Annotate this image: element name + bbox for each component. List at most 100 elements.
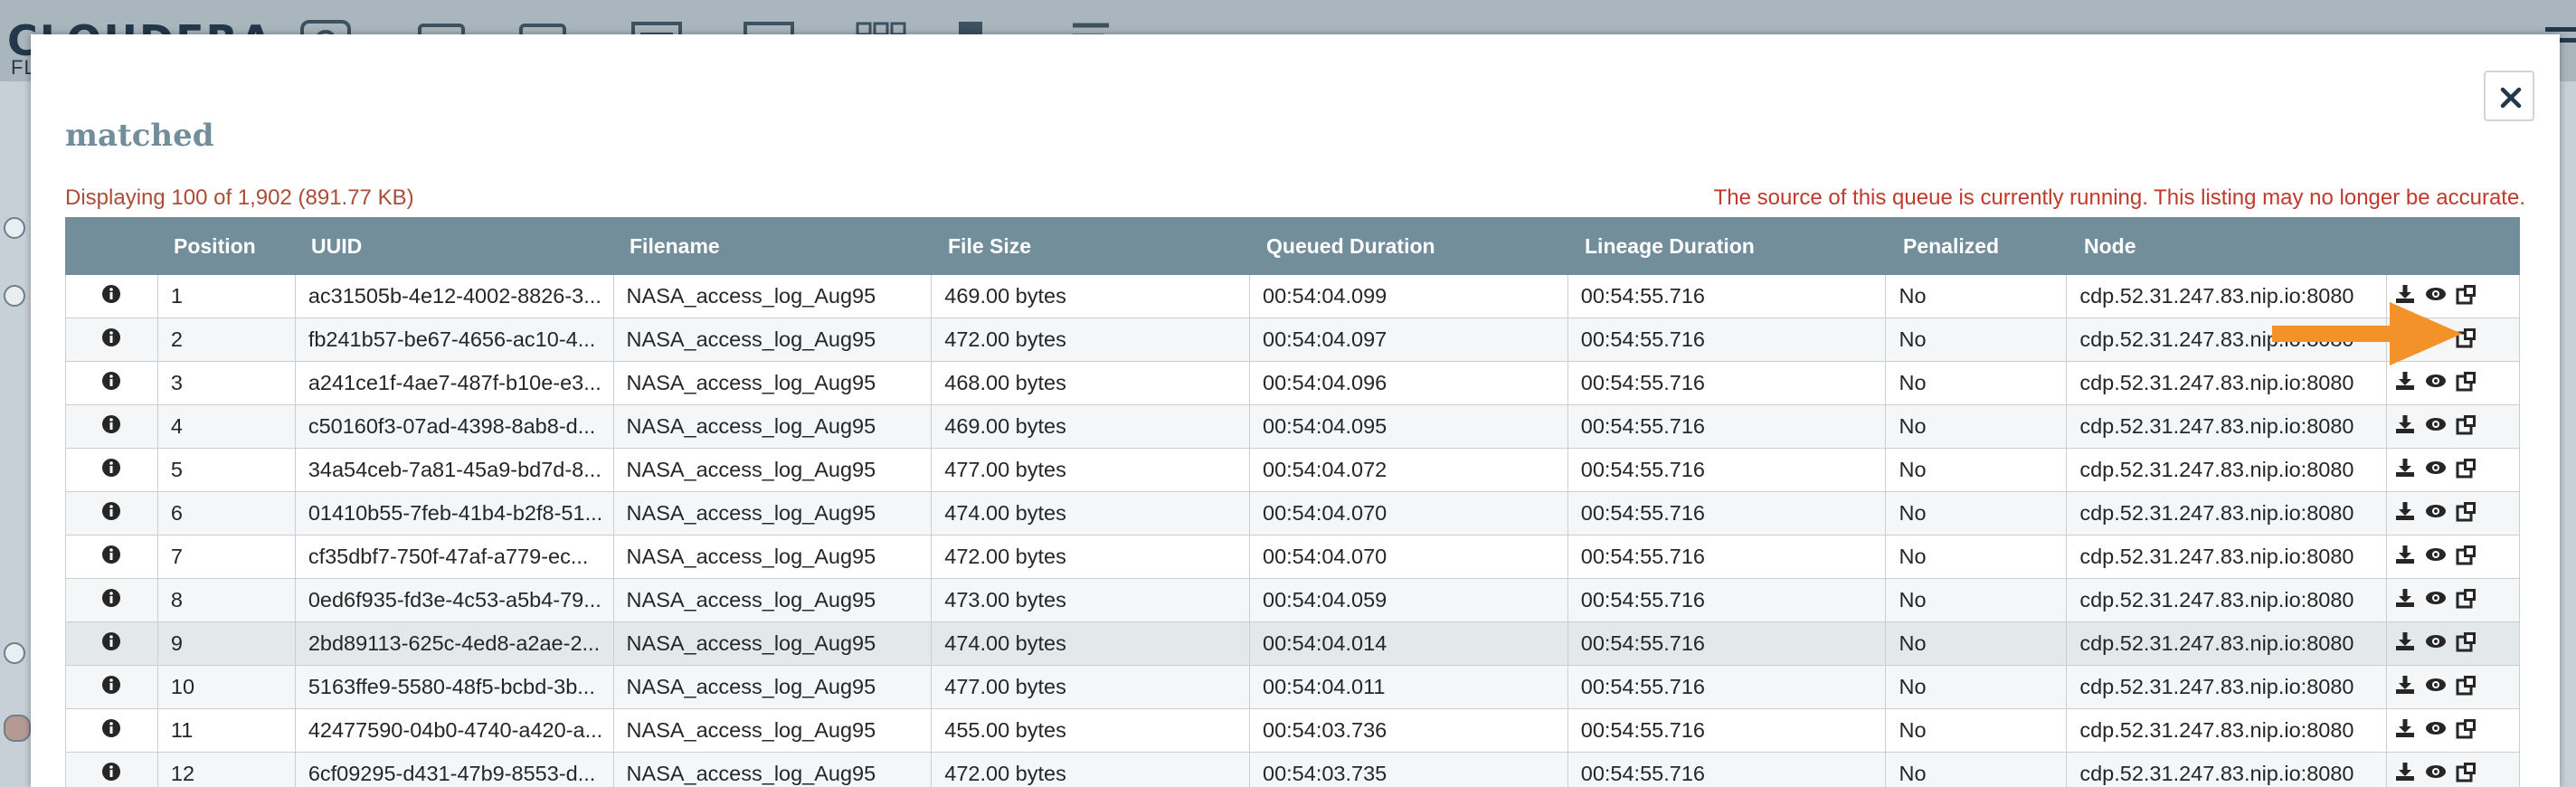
cell-node-text: cdp.52.31.247.83.nip.io:8080 bbox=[2079, 718, 2354, 742]
row-info-button[interactable] bbox=[66, 492, 158, 535]
lineage-icon[interactable] bbox=[2456, 413, 2477, 441]
lineage-icon[interactable] bbox=[2456, 370, 2477, 397]
download-icon[interactable] bbox=[2394, 413, 2416, 441]
eye-icon[interactable] bbox=[2425, 413, 2447, 441]
info-icon bbox=[101, 545, 121, 570]
lineage-icon[interactable] bbox=[2456, 457, 2477, 484]
cell-queued-duration: 00:54:04.011 bbox=[1250, 666, 1568, 708]
lineage-icon[interactable] bbox=[2456, 717, 2477, 744]
row-info-button[interactable] bbox=[66, 753, 158, 787]
table-row[interactable]: 11 42477590-04b0-4740-a420-a... NASA_acces… bbox=[65, 709, 2520, 753]
navigate-icon[interactable] bbox=[4, 217, 25, 239]
eye-icon[interactable] bbox=[2425, 370, 2447, 397]
cell-uuid: fb241b57-be67-4656-ac10-4... bbox=[296, 318, 614, 361]
row-info-button[interactable] bbox=[66, 622, 158, 665]
row-info-button[interactable] bbox=[66, 536, 158, 578]
lineage-icon[interactable] bbox=[2456, 587, 2477, 614]
eye-icon[interactable] bbox=[2425, 500, 2447, 527]
eye-icon[interactable] bbox=[2425, 717, 2447, 744]
table-row[interactable]: 9 2bd89113-625c-4ed8-a2ae-2... NASA_access… bbox=[65, 622, 2520, 666]
cell-uuid-text: 01410b55-7feb-41b4-b2f8-51... bbox=[308, 501, 603, 525]
table-row[interactable]: 12 6cf09295-d431-47b9-8553-d... NASA_acces… bbox=[65, 753, 2520, 787]
column-header-penalized[interactable]: Penalized bbox=[1887, 234, 2068, 259]
eye-icon[interactable] bbox=[2425, 544, 2447, 571]
cell-filename: NASA_access_log_Aug95 bbox=[614, 318, 933, 361]
cell-lineage-duration-text: 00:54:55.716 bbox=[1580, 675, 1705, 698]
row-info-button[interactable] bbox=[66, 579, 158, 621]
row-info-button[interactable] bbox=[66, 666, 158, 708]
table-row[interactable]: 6 01410b55-7feb-41b4-b2f8-51... NASA_acces… bbox=[65, 492, 2520, 536]
lineage-icon[interactable] bbox=[2456, 631, 2477, 658]
cell-file-size-text: 455.00 bytes bbox=[944, 718, 1066, 742]
table-row[interactable]: 8 0ed6f935-fd3e-4c53-a5b4-79... NASA_acces… bbox=[65, 579, 2520, 622]
lineage-icon[interactable] bbox=[2456, 674, 2477, 701]
row-info-button[interactable] bbox=[66, 449, 158, 491]
row-info-button[interactable] bbox=[66, 709, 158, 752]
cell-penalized: No bbox=[1886, 275, 2068, 318]
row-actions bbox=[2387, 492, 2519, 535]
cell-filename-text: NASA_access_log_Aug95 bbox=[626, 545, 876, 568]
download-icon[interactable] bbox=[2394, 761, 2416, 787]
cell-position: 11 bbox=[158, 709, 296, 752]
download-icon[interactable] bbox=[2394, 544, 2416, 571]
cell-filename-text: NASA_access_log_Aug95 bbox=[626, 458, 876, 481]
column-header-file-size[interactable]: File Size bbox=[932, 234, 1250, 259]
download-icon[interactable] bbox=[2394, 717, 2416, 744]
listing-summary: Displaying 100 of 1,902 (891.77 KB) bbox=[65, 185, 414, 210]
table-row[interactable]: 4 c50160f3-07ad-4398-8ab8-d... NASA_access… bbox=[65, 405, 2520, 449]
cell-file-size-text: 474.00 bytes bbox=[944, 501, 1066, 525]
eye-icon[interactable] bbox=[2425, 587, 2447, 614]
cell-position-text: 7 bbox=[170, 545, 183, 568]
row-info-button[interactable] bbox=[66, 405, 158, 448]
info-icon bbox=[101, 327, 121, 353]
cell-penalized-text: No bbox=[1899, 545, 1927, 568]
row-info-button[interactable] bbox=[66, 275, 158, 318]
cell-position: 5 bbox=[158, 449, 296, 491]
column-header-lineage-duration[interactable]: Lineage Duration bbox=[1568, 234, 1887, 259]
hand-icon[interactable] bbox=[4, 642, 25, 664]
table-row[interactable]: 5 34a54ceb-7a81-45a9-bd7d-8... NASA_access… bbox=[65, 449, 2520, 492]
cell-uuid-text: c50160f3-07ad-4398-8ab8-d... bbox=[308, 414, 596, 438]
operate-icon[interactable] bbox=[4, 285, 25, 307]
cell-lineage-duration: 00:54:55.716 bbox=[1568, 405, 1887, 448]
cell-penalized-text: No bbox=[1899, 458, 1927, 481]
table-row[interactable]: 7 cf35dbf7-750f-47af-a779-ec... NASA_acces… bbox=[65, 536, 2520, 579]
cell-filename-text: NASA_access_log_Aug95 bbox=[626, 501, 876, 525]
cell-position: 6 bbox=[158, 492, 296, 535]
eye-icon[interactable] bbox=[2425, 674, 2447, 701]
table-row[interactable]: 10 5163ffe9-5580-48f5-bcbd-3b... NASA_acce… bbox=[65, 666, 2520, 709]
table-row[interactable]: 1 ac31505b-4e12-4002-8826-3... NASA_access… bbox=[65, 275, 2520, 318]
download-icon[interactable] bbox=[2394, 587, 2416, 614]
column-header-node[interactable]: Node bbox=[2068, 234, 2388, 259]
eye-icon[interactable] bbox=[2425, 457, 2447, 484]
download-icon[interactable] bbox=[2394, 674, 2416, 701]
column-header-queued-duration[interactable]: Queued Duration bbox=[1250, 234, 1568, 259]
cell-filename: NASA_access_log_Aug95 bbox=[614, 753, 933, 787]
table-row[interactable]: 2 fb241b57-be67-4656-ac10-4... NASA_access… bbox=[65, 318, 2520, 362]
download-icon[interactable] bbox=[2394, 500, 2416, 527]
lineage-icon[interactable] bbox=[2456, 500, 2477, 527]
column-header-uuid[interactable]: UUID bbox=[295, 234, 613, 259]
table-row[interactable]: 3 a241ce1f-4ae7-487f-b10e-e3... NASA_acces… bbox=[65, 362, 2520, 405]
lineage-icon[interactable] bbox=[2456, 544, 2477, 571]
cell-uuid: c50160f3-07ad-4398-8ab8-d... bbox=[296, 405, 614, 448]
cell-queued-duration-text: 00:54:04.072 bbox=[1263, 458, 1387, 481]
row-info-button[interactable] bbox=[66, 362, 158, 404]
column-header-filename[interactable]: Filename bbox=[613, 234, 932, 259]
cell-file-size-text: 472.00 bytes bbox=[944, 762, 1066, 785]
download-icon[interactable] bbox=[2394, 631, 2416, 658]
cell-file-size-text: 472.00 bytes bbox=[944, 545, 1066, 568]
column-header-position[interactable]: Position bbox=[157, 234, 295, 259]
cell-position-text: 2 bbox=[170, 327, 183, 351]
cell-uuid: 5163ffe9-5580-48f5-bcbd-3b... bbox=[296, 666, 614, 708]
eye-icon[interactable] bbox=[2425, 761, 2447, 787]
download-icon[interactable] bbox=[2394, 370, 2416, 397]
cell-position: 4 bbox=[158, 405, 296, 448]
cell-lineage-duration-text: 00:54:55.716 bbox=[1580, 284, 1705, 308]
cell-filename: NASA_access_log_Aug95 bbox=[614, 449, 933, 491]
eye-icon[interactable] bbox=[2425, 631, 2447, 658]
download-icon[interactable] bbox=[2394, 457, 2416, 484]
close-button[interactable] bbox=[2484, 71, 2534, 121]
row-info-button[interactable] bbox=[66, 318, 158, 361]
lineage-icon[interactable] bbox=[2456, 761, 2477, 787]
